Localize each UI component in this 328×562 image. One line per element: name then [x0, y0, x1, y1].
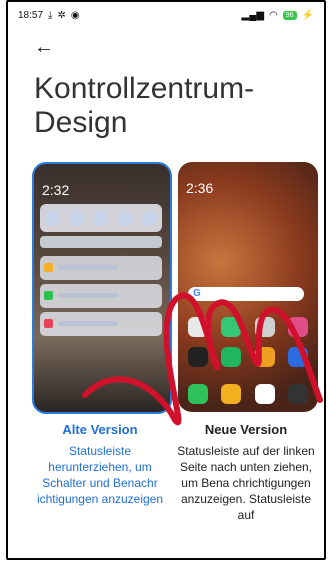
- search-bar-preview: G: [188, 287, 304, 301]
- status-bar: 18:57 ⤓ ✲ ◉ ▂▄▆ ◠ 96 ⚡: [8, 2, 324, 28]
- option-new-version-description: Statusleiste auf der linken Seite nach u…: [177, 444, 315, 522]
- preview-time: 2:32: [42, 182, 70, 198]
- status-time: 18:57: [18, 9, 44, 21]
- control-center-tiles: [40, 204, 162, 232]
- option-old-version-name[interactable]: Alte Version: [30, 422, 170, 437]
- app-row: [188, 347, 308, 367]
- brightness-bar: [40, 236, 162, 248]
- wifi-icon: ◠: [269, 9, 278, 21]
- option-new-version-name[interactable]: Neue Version: [176, 422, 316, 437]
- preview-time: 2:36: [186, 180, 214, 196]
- page-title: Kontrollzentrum-Design: [34, 72, 255, 139]
- option-old-version-preview[interactable]: 2:32: [32, 162, 172, 414]
- battery-icon: 96: [282, 10, 297, 20]
- notification-item: [40, 312, 162, 336]
- notification-item: [40, 256, 162, 280]
- option-new-version-preview[interactable]: 2:36 G: [178, 162, 318, 412]
- app-status-icon: ◉: [70, 9, 80, 21]
- dock-row: [188, 384, 308, 404]
- option-old-version-description: Statusleiste herunterziehen, um Schalter…: [36, 444, 164, 506]
- app-row: [188, 317, 308, 337]
- signal-icon: ▂▄▆: [241, 9, 265, 21]
- notification-item: [40, 284, 162, 308]
- charging-icon: ⚡: [301, 9, 314, 21]
- phone-screen: 18:57 ⤓ ✲ ◉ ▂▄▆ ◠ 96 ⚡ ← Kontrollzentrum…: [6, 0, 326, 560]
- back-button[interactable]: ←: [34, 36, 54, 59]
- settings-status-icon: ✲: [57, 9, 66, 21]
- download-icon: ⤓: [48, 9, 53, 21]
